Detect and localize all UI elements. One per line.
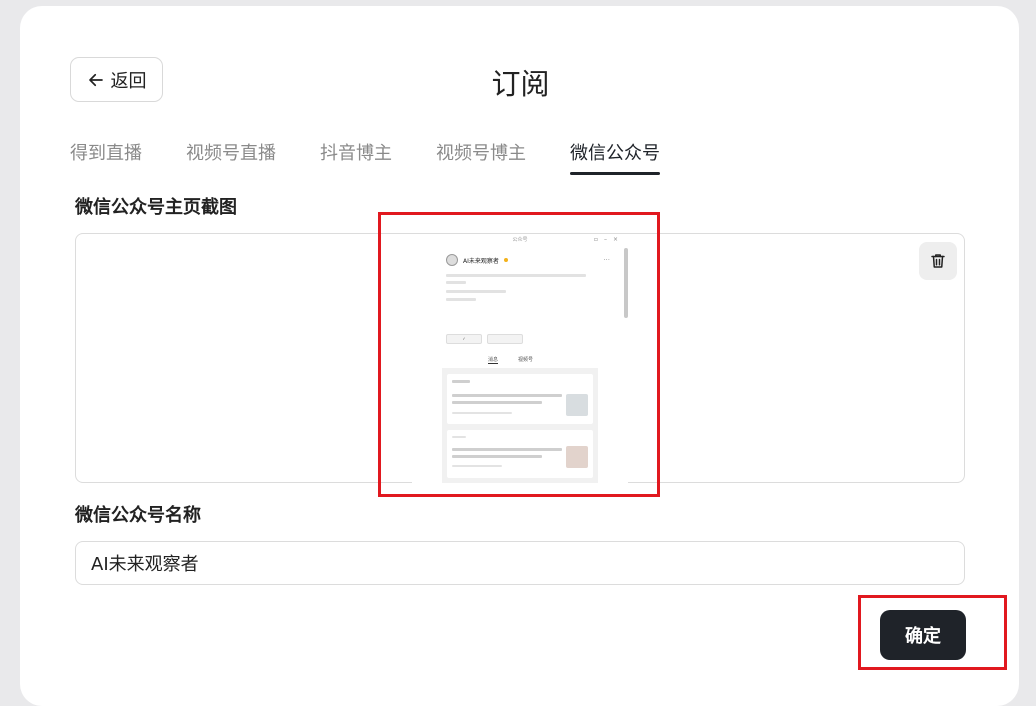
- screenshot-window-title: 公众号 ▫–×: [512, 236, 624, 243]
- name-section-label: 微信公众号名称: [75, 505, 201, 526]
- tab-channels-blogger[interactable]: 视频号博主: [436, 141, 526, 175]
- account-name-input[interactable]: [75, 541, 965, 585]
- trash-icon: [931, 254, 945, 268]
- page-title: 订阅: [491, 67, 550, 101]
- screenshot-upload-area[interactable]: 公众号 ▫–× AI未来观察者 ··· ✓ 消息 视频号: [75, 233, 965, 483]
- uploaded-screenshot-image: 公众号 ▫–× AI未来观察者 ··· ✓ 消息 视频号: [412, 234, 628, 483]
- tab-dedao-live[interactable]: 得到直播: [70, 141, 142, 175]
- tab-channels-live[interactable]: 视频号直播: [186, 141, 276, 175]
- tab-bar: 得到直播 视频号直播 抖音博主 视频号博主 微信公众号: [70, 141, 660, 181]
- tab-wechat-official[interactable]: 微信公众号: [570, 141, 660, 175]
- screenshot-account-name: AI未来观察者: [463, 257, 499, 265]
- screenshot-avatar: [446, 254, 458, 266]
- subscription-panel: 返回 订阅 得到直播 视频号直播 抖音博主 视频号博主 微信公众号 微信公众号主…: [20, 6, 1019, 706]
- delete-screenshot-button[interactable]: [919, 242, 957, 280]
- tab-douyin-blogger[interactable]: 抖音博主: [320, 141, 392, 175]
- screenshot-section-label: 微信公众号主页截图: [75, 197, 237, 218]
- confirm-button[interactable]: 确定: [880, 610, 966, 660]
